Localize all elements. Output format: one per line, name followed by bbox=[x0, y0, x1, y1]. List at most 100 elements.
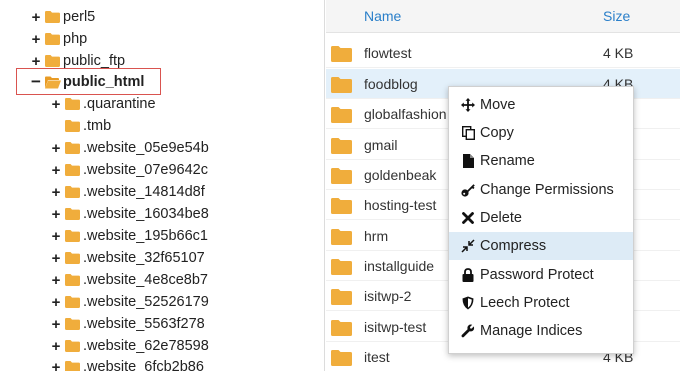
tree-item-website-62e78598[interactable]: + .website_62e78598 bbox=[50, 335, 209, 357]
tree-item-website-07e9642c[interactable]: + .website_07e9642c bbox=[50, 159, 208, 181]
folder-icon bbox=[331, 350, 352, 369]
tree-item-label: public_html bbox=[63, 74, 145, 90]
context-menu: Move Copy Rename Change Permissions Delete Co… bbox=[448, 86, 634, 354]
expand-icon[interactable]: + bbox=[30, 6, 42, 28]
file-name: foodblog bbox=[364, 76, 418, 92]
column-header-size[interactable]: Size bbox=[603, 8, 630, 24]
menu-item-compress[interactable]: Compress bbox=[449, 232, 633, 260]
tree-item-label: .tmb bbox=[83, 118, 112, 134]
tree-item-label: .quarantine bbox=[83, 96, 156, 112]
folder-icon bbox=[65, 142, 80, 154]
folder-icon bbox=[65, 208, 80, 220]
folder-icon bbox=[45, 11, 60, 23]
menu-item-manage-indices[interactable]: Manage Indices bbox=[449, 317, 633, 345]
tree-item-public-html[interactable]: − public_html bbox=[30, 71, 144, 93]
expand-icon[interactable]: + bbox=[30, 50, 42, 72]
folder-icon bbox=[331, 289, 352, 308]
tree-item-label: .website_195b66c1 bbox=[83, 228, 208, 244]
folder-open-icon bbox=[45, 76, 61, 89]
tree-item-label: .website_52526179 bbox=[83, 294, 209, 310]
tree-item-quarantine[interactable]: + .quarantine bbox=[50, 93, 156, 115]
expand-icon[interactable]: + bbox=[30, 28, 42, 50]
folder-icon bbox=[65, 98, 80, 110]
tree-item-website-16034be8[interactable]: + .website_16034be8 bbox=[50, 203, 209, 225]
expand-icon[interactable]: + bbox=[50, 203, 62, 225]
folder-icon bbox=[65, 164, 80, 176]
key-icon bbox=[461, 183, 475, 197]
folder-icon bbox=[65, 340, 80, 352]
folder-icon bbox=[331, 107, 352, 126]
expand-icon[interactable]: + bbox=[50, 291, 62, 313]
file-name: globalfashion bbox=[364, 106, 447, 122]
folder-icon bbox=[331, 77, 352, 96]
folder-icon bbox=[65, 230, 80, 242]
column-header-name[interactable]: Name bbox=[364, 8, 401, 24]
tree-item-website-195b66c1[interactable]: + .website_195b66c1 bbox=[50, 225, 208, 247]
tree-item-label: .website_16034be8 bbox=[83, 206, 209, 222]
file-name: flowtest bbox=[364, 45, 412, 61]
collapse-icon[interactable]: − bbox=[30, 71, 42, 93]
tree-item-label: .website_32f65107 bbox=[83, 250, 205, 266]
compress-icon bbox=[461, 239, 475, 253]
expand-icon[interactable]: + bbox=[50, 93, 62, 115]
menu-item-password-protect[interactable]: Password Protect bbox=[449, 261, 633, 289]
file-size: 4 KB bbox=[603, 45, 634, 61]
shield-icon bbox=[461, 296, 475, 310]
lock-icon bbox=[461, 268, 475, 282]
file-name: hrm bbox=[364, 228, 389, 244]
file-name: hosting-test bbox=[364, 197, 437, 213]
wrench-icon bbox=[461, 324, 475, 338]
tree-item-tmb[interactable]: .tmb bbox=[50, 115, 111, 137]
menu-item-label: Password Protect bbox=[480, 267, 594, 283]
move-icon bbox=[461, 98, 475, 112]
tree-item-public-ftp[interactable]: + public_ftp bbox=[30, 50, 125, 72]
menu-item-label: Delete bbox=[480, 210, 522, 226]
menu-item-label: Copy bbox=[480, 125, 514, 141]
menu-item-rename[interactable]: Rename bbox=[449, 147, 633, 175]
expand-icon[interactable]: + bbox=[50, 247, 62, 269]
menu-item-move[interactable]: Move bbox=[449, 91, 633, 119]
tree-item-website-14814d8f[interactable]: + .website_14814d8f bbox=[50, 181, 205, 203]
folder-icon bbox=[331, 259, 352, 278]
folder-icon bbox=[65, 186, 80, 198]
tree-item-website-5563f278[interactable]: + .website_5563f278 bbox=[50, 313, 205, 335]
menu-item-delete[interactable]: Delete bbox=[449, 204, 633, 232]
menu-item-change-permissions[interactable]: Change Permissions bbox=[449, 176, 633, 204]
copy-icon bbox=[461, 126, 475, 140]
menu-item-leech-protect[interactable]: Leech Protect bbox=[449, 289, 633, 317]
expand-icon[interactable]: + bbox=[50, 225, 62, 247]
folder-tree: + perl5 + php + public_ftp − public_html + .quara… bbox=[0, 0, 325, 371]
menu-item-copy[interactable]: Copy bbox=[449, 119, 633, 147]
expand-icon[interactable]: + bbox=[50, 335, 62, 357]
tree-item-php[interactable]: + php bbox=[30, 28, 88, 50]
tree-item-website-4e8ce8b7[interactable]: + .website_4e8ce8b7 bbox=[50, 269, 208, 291]
folder-icon bbox=[65, 120, 80, 132]
folder-icon bbox=[331, 320, 352, 339]
tree-item-label: .website_6fcb2b86 bbox=[83, 359, 204, 371]
tree-item-website-05e9e54b[interactable]: + .website_05e9e54b bbox=[50, 137, 209, 159]
tree-item-website-32f65107[interactable]: + .website_32f65107 bbox=[50, 247, 205, 269]
tree-item-perl5[interactable]: + perl5 bbox=[30, 6, 96, 28]
expand-icon[interactable]: + bbox=[50, 313, 62, 335]
tree-item-label: .website_62e78598 bbox=[83, 338, 209, 354]
file-name: installguide bbox=[364, 258, 435, 274]
file-row[interactable]: flowtest 4 KB bbox=[326, 38, 680, 68]
file-name: isitwp-2 bbox=[364, 288, 412, 304]
expand-icon[interactable]: + bbox=[50, 137, 62, 159]
file-name: isitwp-test bbox=[364, 319, 427, 335]
folder-icon bbox=[65, 274, 80, 286]
expand-icon[interactable]: + bbox=[50, 269, 62, 291]
tree-item-website-6fcb2b86[interactable]: + .website_6fcb2b86 bbox=[50, 356, 204, 371]
tree-item-label: .website_05e9e54b bbox=[83, 140, 209, 156]
folder-icon bbox=[331, 46, 352, 65]
expand-icon[interactable]: + bbox=[50, 159, 62, 181]
tree-item-website-52526179[interactable]: + .website_52526179 bbox=[50, 291, 209, 313]
folder-icon bbox=[65, 252, 80, 264]
folder-icon bbox=[331, 138, 352, 157]
expand-icon[interactable]: + bbox=[50, 181, 62, 203]
expand-icon[interactable]: + bbox=[50, 356, 62, 371]
file-name: goldenbeak bbox=[364, 167, 437, 183]
menu-item-label: Compress bbox=[480, 238, 547, 254]
close-icon bbox=[461, 211, 475, 225]
